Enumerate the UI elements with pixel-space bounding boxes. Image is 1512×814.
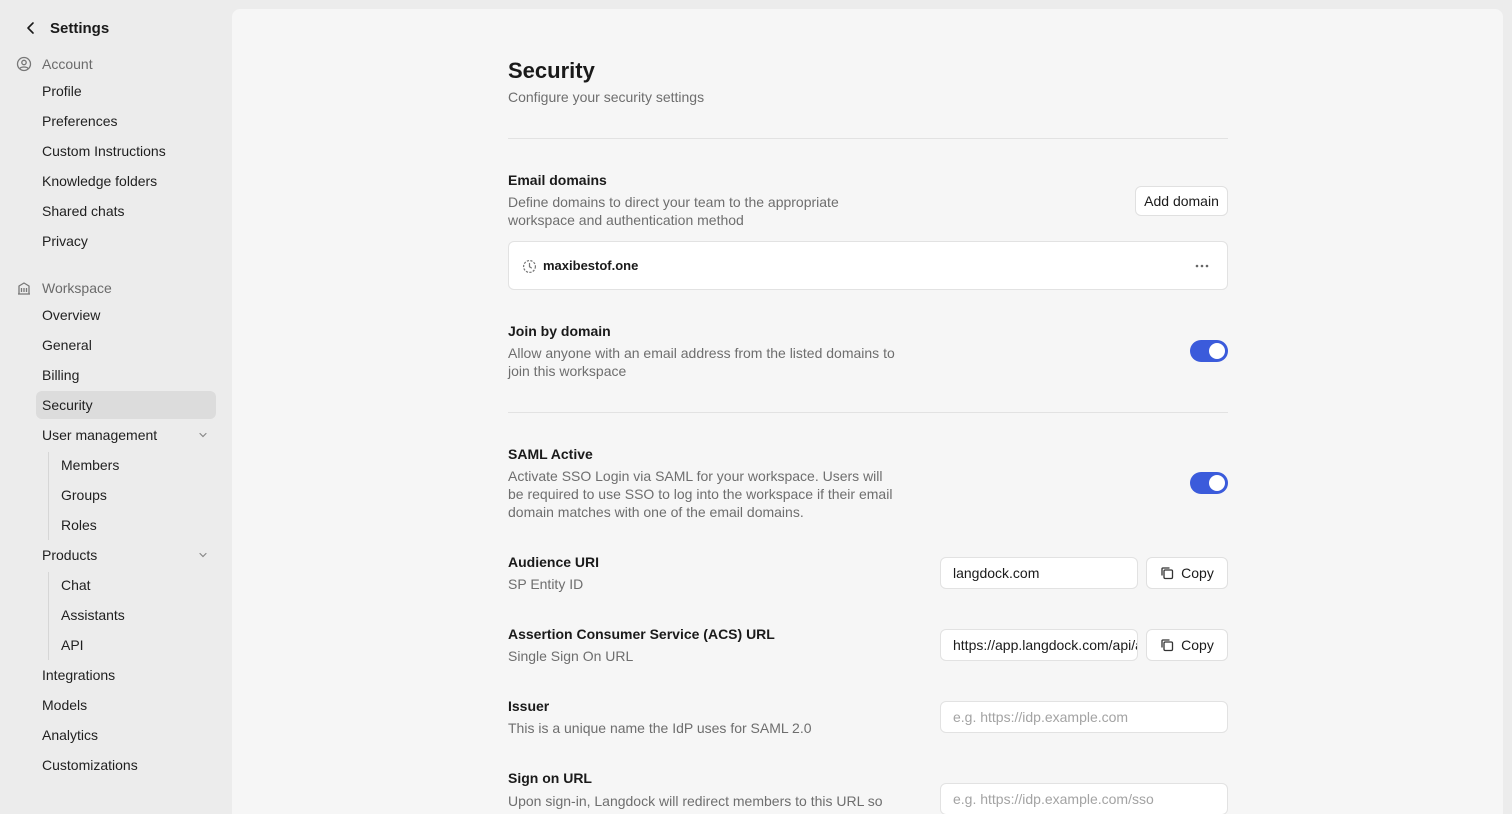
issuer-input[interactable]: e.g. https://idp.example.com [940,701,1228,733]
sidebar-item-api[interactable]: API [48,631,216,659]
sidebar-item-billing[interactable]: Billing [36,361,216,389]
copy-label: Copy [1181,637,1214,653]
sidebar-item-models[interactable]: Models [36,691,216,719]
divider [508,412,1228,413]
sidebar-item-user-management[interactable]: User management [36,421,216,449]
saml-active-toggle[interactable] [1190,472,1228,494]
domain-name: maxibestof.one [543,258,639,273]
join-by-domain-title: Join by domain [508,323,611,339]
audience-uri-desc: SP Entity ID [508,576,584,592]
sidebar-item-general[interactable]: General [36,331,216,359]
divider [508,138,1228,139]
acs-url-desc: Single Sign On URL [508,648,634,664]
sidebar-item-members[interactable]: Members [48,451,216,479]
join-by-domain-toggle[interactable] [1190,340,1228,362]
copy-acs-url-button[interactable]: Copy [1146,629,1228,661]
saml-active-title: SAML Active [508,446,593,462]
section-workspace-label: Workspace [42,280,112,296]
more-horizontal-icon[interactable] [1193,257,1211,275]
copy-icon [1161,567,1174,580]
audience-uri-field[interactable]: langdock.com [940,557,1138,589]
audience-uri-title: Audience URI [508,554,600,570]
sidebar-item-profile[interactable]: Profile [36,77,216,105]
sidebar-item-privacy[interactable]: Privacy [36,227,216,255]
toggle-knob [1209,343,1225,359]
sign-on-url-title: Sign on URL [508,770,592,786]
section-workspace: Workspace [16,278,112,298]
sidebar-item-shared-chats[interactable]: Shared chats [36,197,216,225]
sidebar-item-knowledge-folders[interactable]: Knowledge folders [36,167,216,195]
acs-url-field[interactable]: https://app.langdock.com/api/auth/saml/c… [940,629,1138,661]
sidebar-item-assistants[interactable]: Assistants [48,601,216,629]
sidebar-item-roles[interactable]: Roles [48,511,216,539]
sidebar-item-customizations[interactable]: Customizations [36,751,216,779]
sidebar-item-preferences[interactable]: Preferences [36,107,216,135]
copy-audience-uri-button[interactable]: Copy [1146,557,1228,589]
user-management-label: User management [42,427,158,443]
email-domains-title: Email domains [508,172,607,188]
products-label: Products [42,547,98,563]
domain-row: maxibestof.one [508,241,1228,290]
section-account-label: Account [42,56,93,72]
chevron-left-icon [27,22,34,34]
page-subtitle: Configure your security settings [508,89,705,105]
sidebar-item-products[interactable]: Products [36,541,216,569]
copy-label: Copy [1181,565,1214,581]
issuer-title: Issuer [508,698,550,714]
page-title: Security [508,58,595,83]
settings-sidebar: Settings Account Profile Preferences Cus… [0,0,232,814]
settings-title: Settings [50,19,110,37]
sign-on-url-input[interactable]: e.g. https://idp.example.com/sso [940,783,1228,814]
copy-icon [1161,639,1174,652]
sidebar-item-overview[interactable]: Overview [36,301,216,329]
building-icon [18,282,30,295]
sidebar-item-integrations[interactable]: Integrations [36,661,216,689]
toggle-knob [1209,475,1225,491]
sidebar-item-security[interactable]: Security [36,391,216,419]
user-circle-icon [16,56,32,72]
sidebar-item-groups[interactable]: Groups [48,481,216,509]
chevron-down-icon [199,432,207,438]
email-domains-desc: Define domains to direct your team to th… [508,194,839,228]
acs-url-title: Assertion Consumer Service (ACS) URL [508,626,775,642]
section-account: Account [16,54,93,74]
saml-active-desc: Activate SSO Login via SAML for your wor… [508,468,893,520]
chevron-down-icon [199,552,207,558]
sign-on-url-desc: Upon sign-in, Langdock will redirect mem… [508,793,883,814]
join-by-domain-desc: Allow anyone with an email address from … [508,345,895,379]
sidebar-item-custom-instructions[interactable]: Custom Instructions [36,137,216,165]
issuer-desc: This is a unique name the IdP uses for S… [508,720,812,736]
pending-clock-icon [522,259,537,274]
add-domain-button[interactable]: Add domain [1135,186,1228,216]
sidebar-item-analytics[interactable]: Analytics [36,721,216,749]
security-settings-panel: Security Configure your security setting… [232,9,1503,814]
sidebar-item-chat[interactable]: Chat [48,571,216,599]
back-to-settings[interactable]: Settings [24,17,109,39]
